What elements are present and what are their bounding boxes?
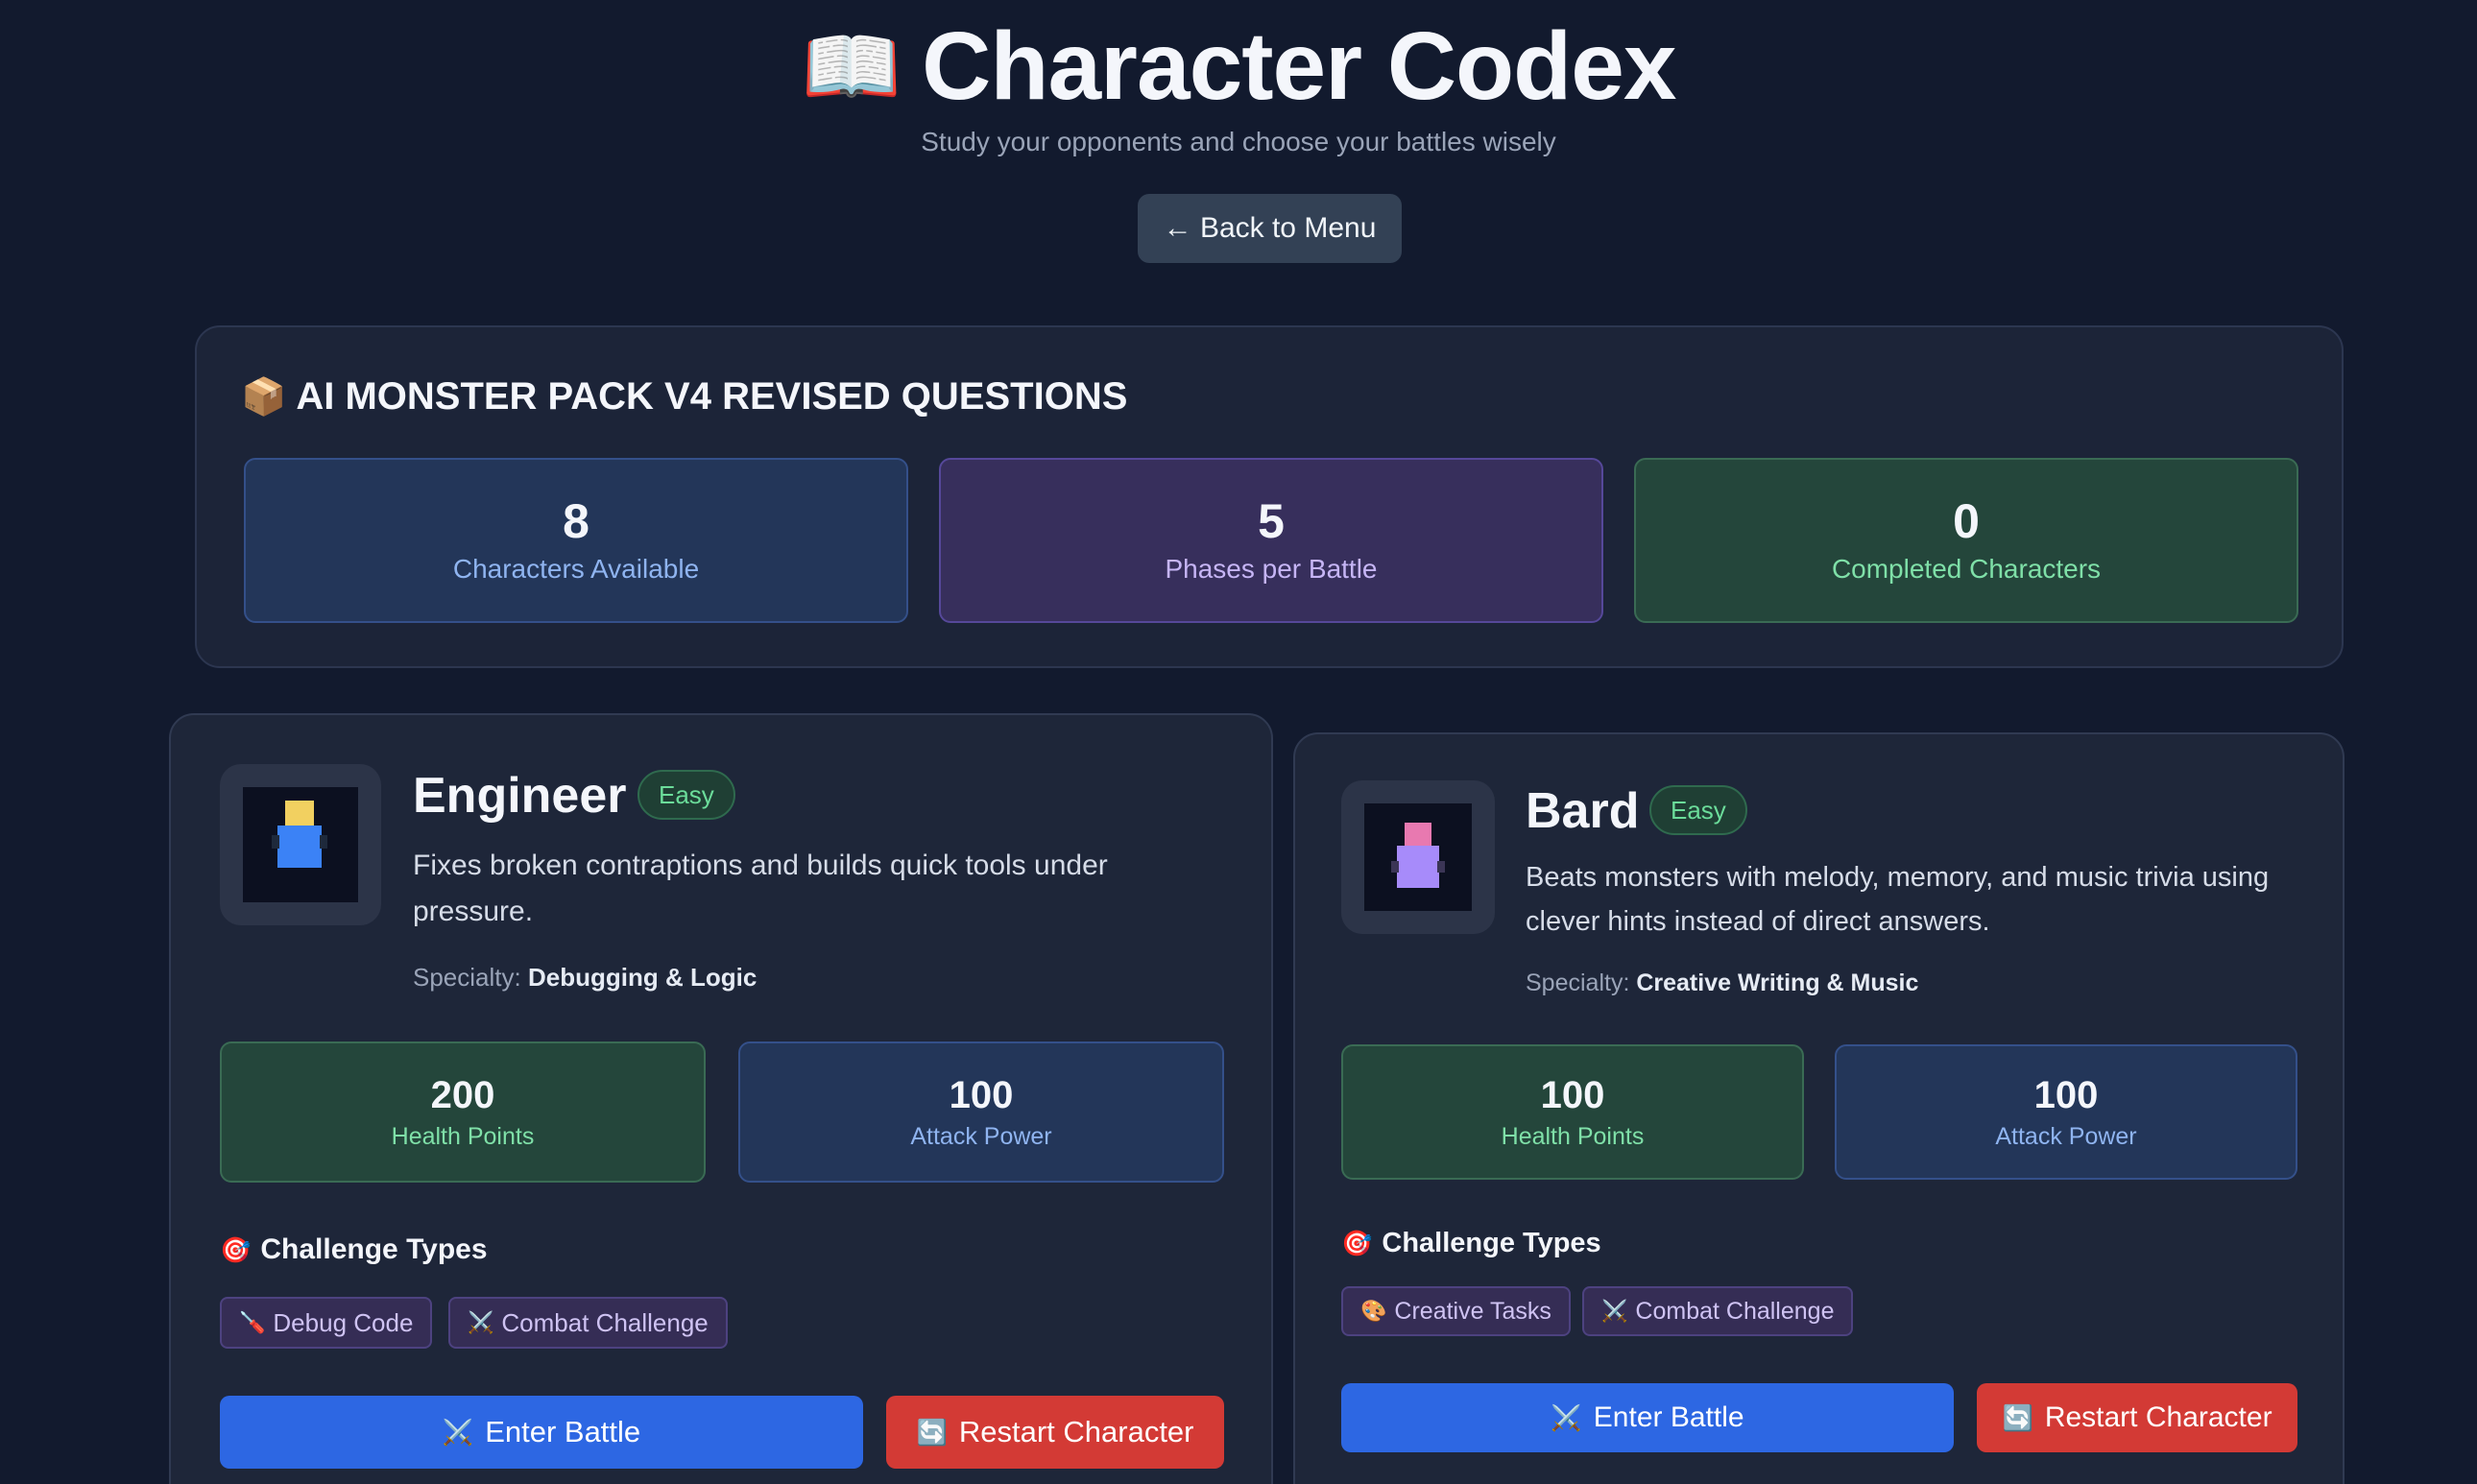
- stat-value: 0: [1953, 493, 1980, 548]
- challenge-tag-combat: ⚔️ Combat Challenge: [448, 1297, 728, 1349]
- pack-summary-panel: 📦 AI MONSTER PACK V4 REVISED QUESTIONS 8…: [195, 325, 2344, 668]
- hp-label: Health Points: [391, 1122, 535, 1150]
- engineer-avatar: [220, 764, 381, 925]
- tag-label: Combat Challenge: [501, 1307, 709, 1337]
- package-icon: 📦: [241, 376, 287, 418]
- attack-power-stat: 100 Attack Power: [1835, 1044, 2297, 1180]
- sprite-arm: [320, 835, 327, 849]
- enter-battle-button[interactable]: ⚔️ Enter Battle: [1341, 1383, 1954, 1452]
- crossed-swords-icon: ⚔️: [442, 1417, 474, 1447]
- book-icon: 📖: [801, 21, 902, 111]
- ap-value: 100: [2033, 1073, 2099, 1116]
- palette-icon: 🎨: [1360, 1299, 1387, 1323]
- specialty-value: Creative Writing & Music: [1636, 969, 1919, 996]
- ap-value: 100: [949, 1073, 1014, 1116]
- engineer-sprite: [243, 787, 358, 902]
- challenge-types-heading: 🎯 Challenge Types: [1341, 1228, 1601, 1259]
- character-description: Beats monsters with melody, memory, and …: [1526, 862, 2270, 938]
- health-points-stat: 100 Health Points: [1341, 1044, 1804, 1180]
- restart-character-label: Restart Character: [958, 1415, 1194, 1448]
- target-icon: 🎯: [1341, 1229, 1373, 1257]
- bard-sprite: [1364, 803, 1472, 911]
- back-to-menu-button[interactable]: ← Back to Menu: [1138, 194, 1402, 263]
- stat-characters-available: 8 Characters Available: [244, 458, 908, 623]
- tag-label: Creative Tasks: [1394, 1297, 1551, 1325]
- stat-label: Phases per Battle: [1165, 554, 1378, 585]
- stat-phases-per-battle: 5 Phases per Battle: [939, 458, 1603, 623]
- enter-battle-label: Enter Battle: [1593, 1401, 1744, 1433]
- tag-label: Combat Challenge: [1635, 1297, 1835, 1325]
- restart-icon: 🔄: [916, 1417, 948, 1447]
- hp-label: Health Points: [1501, 1122, 1645, 1150]
- restart-character-label: Restart Character: [2044, 1401, 2273, 1433]
- specialty-label: Specialty:: [1526, 969, 1630, 996]
- stat-label: Characters Available: [452, 554, 700, 585]
- restart-icon: 🔄: [2002, 1402, 2033, 1432]
- restart-character-button[interactable]: 🔄 Restart Character: [1977, 1383, 2297, 1452]
- page-title-text: Character Codex: [922, 12, 1676, 120]
- enter-battle-button[interactable]: ⚔️ Enter Battle: [220, 1396, 863, 1469]
- page-title: 📖 Character Codex: [0, 12, 2477, 122]
- sprite-body: [277, 826, 322, 868]
- sprite-arm: [272, 835, 279, 849]
- pack-title-text: AI MONSTER PACK V4 REVISED QUESTIONS: [296, 375, 1128, 418]
- restart-character-button[interactable]: 🔄 Restart Character: [886, 1396, 1224, 1469]
- character-specialty: Specialty: Creative Writing & Music: [1526, 969, 1918, 997]
- enter-battle-label: Enter Battle: [485, 1415, 641, 1448]
- sprite-head: [285, 801, 314, 826]
- challenge-types-title: Challenge Types: [1382, 1228, 1601, 1258]
- crossed-swords-icon: ⚔️: [1601, 1299, 1628, 1323]
- ap-label: Attack Power: [1995, 1122, 2137, 1150]
- specialty-value: Debugging & Logic: [527, 963, 758, 992]
- crossed-swords-icon: ⚔️: [468, 1310, 494, 1334]
- target-icon: 🎯: [220, 1234, 252, 1264]
- ap-label: Attack Power: [910, 1122, 1052, 1150]
- sprite-body: [1397, 846, 1439, 888]
- character-card-engineer[interactable]: Engineer Easy Fixes broken contraptions …: [169, 713, 1273, 1484]
- character-codex-page: 📖 Character Codex Study your opponents a…: [0, 0, 2477, 1484]
- pack-title: 📦 AI MONSTER PACK V4 REVISED QUESTIONS: [241, 375, 1127, 419]
- specialty-label: Specialty:: [413, 963, 521, 992]
- stat-value: 5: [1258, 493, 1285, 548]
- sprite-arm: [1391, 861, 1399, 873]
- character-name: Engineer: [413, 768, 627, 824]
- character-specialty: Specialty: Debugging & Logic: [413, 963, 757, 993]
- difficulty-badge: Easy: [637, 770, 735, 820]
- screwdriver-icon: 🪛: [239, 1310, 266, 1334]
- health-points-stat: 200 Health Points: [220, 1041, 706, 1183]
- bard-avatar: [1341, 780, 1495, 934]
- character-name: Bard: [1526, 783, 1640, 839]
- crossed-swords-icon: ⚔️: [1551, 1402, 1582, 1432]
- stat-value: 8: [563, 493, 589, 548]
- tag-label: Debug Code: [273, 1307, 414, 1337]
- challenge-tag-debug-code: 🪛 Debug Code: [220, 1297, 433, 1349]
- hp-value: 200: [430, 1073, 495, 1116]
- character-description: Fixes broken contraptions and builds qui…: [413, 850, 1108, 927]
- character-card-bard[interactable]: Bard Easy Beats monsters with melody, me…: [1293, 732, 2345, 1484]
- hp-value: 100: [1540, 1073, 1605, 1116]
- stat-completed-characters: 0 Completed Characters: [1634, 458, 2298, 623]
- sprite-head: [1405, 823, 1431, 846]
- stat-label: Completed Characters: [1831, 554, 2102, 585]
- attack-power-stat: 100 Attack Power: [738, 1041, 1224, 1183]
- page-subtitle: Study your opponents and choose your bat…: [921, 127, 1556, 156]
- difficulty-badge: Easy: [1649, 785, 1747, 835]
- challenge-tag-creative-tasks: 🎨 Creative Tasks: [1341, 1286, 1571, 1336]
- challenge-types-heading: 🎯 Challenge Types: [220, 1233, 488, 1266]
- challenge-tag-combat: ⚔️ Combat Challenge: [1582, 1286, 1854, 1336]
- challenge-types-title: Challenge Types: [260, 1233, 488, 1265]
- sprite-arm: [1437, 861, 1445, 873]
